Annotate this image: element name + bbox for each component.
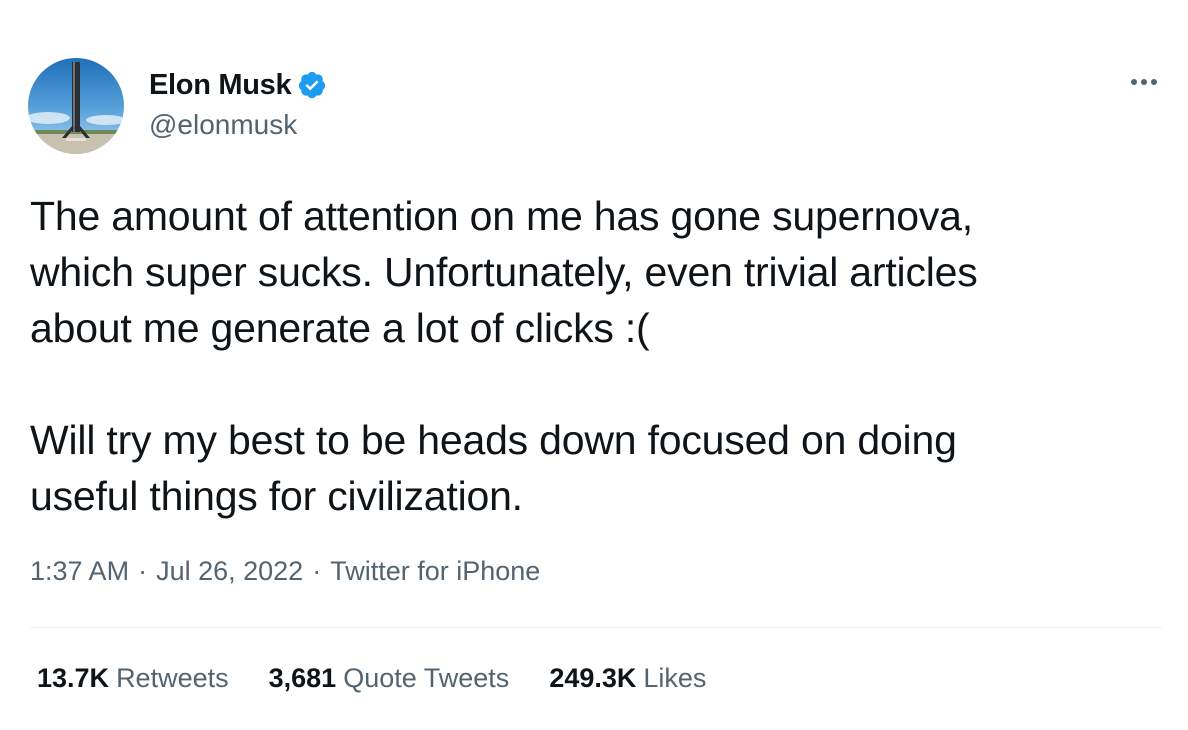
tweet-paragraph: Will try my best to be heads down focuse… [30, 417, 957, 519]
quote-tweets-stat[interactable]: 3,681 Quote Tweets [269, 663, 510, 694]
engagement-stats: 13.7K Retweets 3,681 Quote Tweets 249.3K… [37, 663, 706, 694]
retweets-count: 13.7K [37, 663, 110, 693]
tweet-metadata: 1:37 AM · Jul 26, 2022 · Twitter for iPh… [30, 556, 540, 587]
retweets-stat[interactable]: 13.7K Retweets [37, 663, 229, 694]
likes-stat[interactable]: 249.3K Likes [549, 663, 706, 694]
dot [1131, 79, 1137, 85]
retweets-label: Retweets [116, 663, 229, 693]
tweet-date[interactable]: Jul 26, 2022 [156, 556, 303, 587]
tweet-paragraph: The amount of attention on me has gone s… [30, 193, 978, 351]
quote-tweets-label: Quote Tweets [343, 663, 510, 693]
dot [1141, 79, 1147, 85]
tweet-text: The amount of attention on me has gone s… [30, 188, 1150, 524]
likes-label: Likes [643, 663, 707, 693]
likes-count: 249.3K [549, 663, 637, 693]
avatar[interactable] [28, 58, 124, 154]
quote-tweets-count: 3,681 [268, 663, 337, 693]
author-handle[interactable]: @elonmusk [149, 109, 297, 141]
author-display-name[interactable]: Elon Musk [149, 69, 292, 102]
divider [30, 627, 1162, 628]
tweet-card: Elon Musk @elonmusk The amount of attent… [0, 0, 1188, 730]
ellipsis-icon[interactable] [1124, 70, 1164, 94]
meta-separator: · [138, 556, 148, 586]
tweet-source[interactable]: Twitter for iPhone [330, 556, 540, 587]
verified-badge-icon [297, 70, 327, 100]
tweet-time[interactable]: 1:37 AM [30, 556, 129, 587]
meta-separator: · [312, 556, 322, 586]
dot [1151, 79, 1157, 85]
rocket-booster-avatar-icon [28, 58, 124, 154]
author-name-row: Elon Musk [149, 67, 327, 103]
